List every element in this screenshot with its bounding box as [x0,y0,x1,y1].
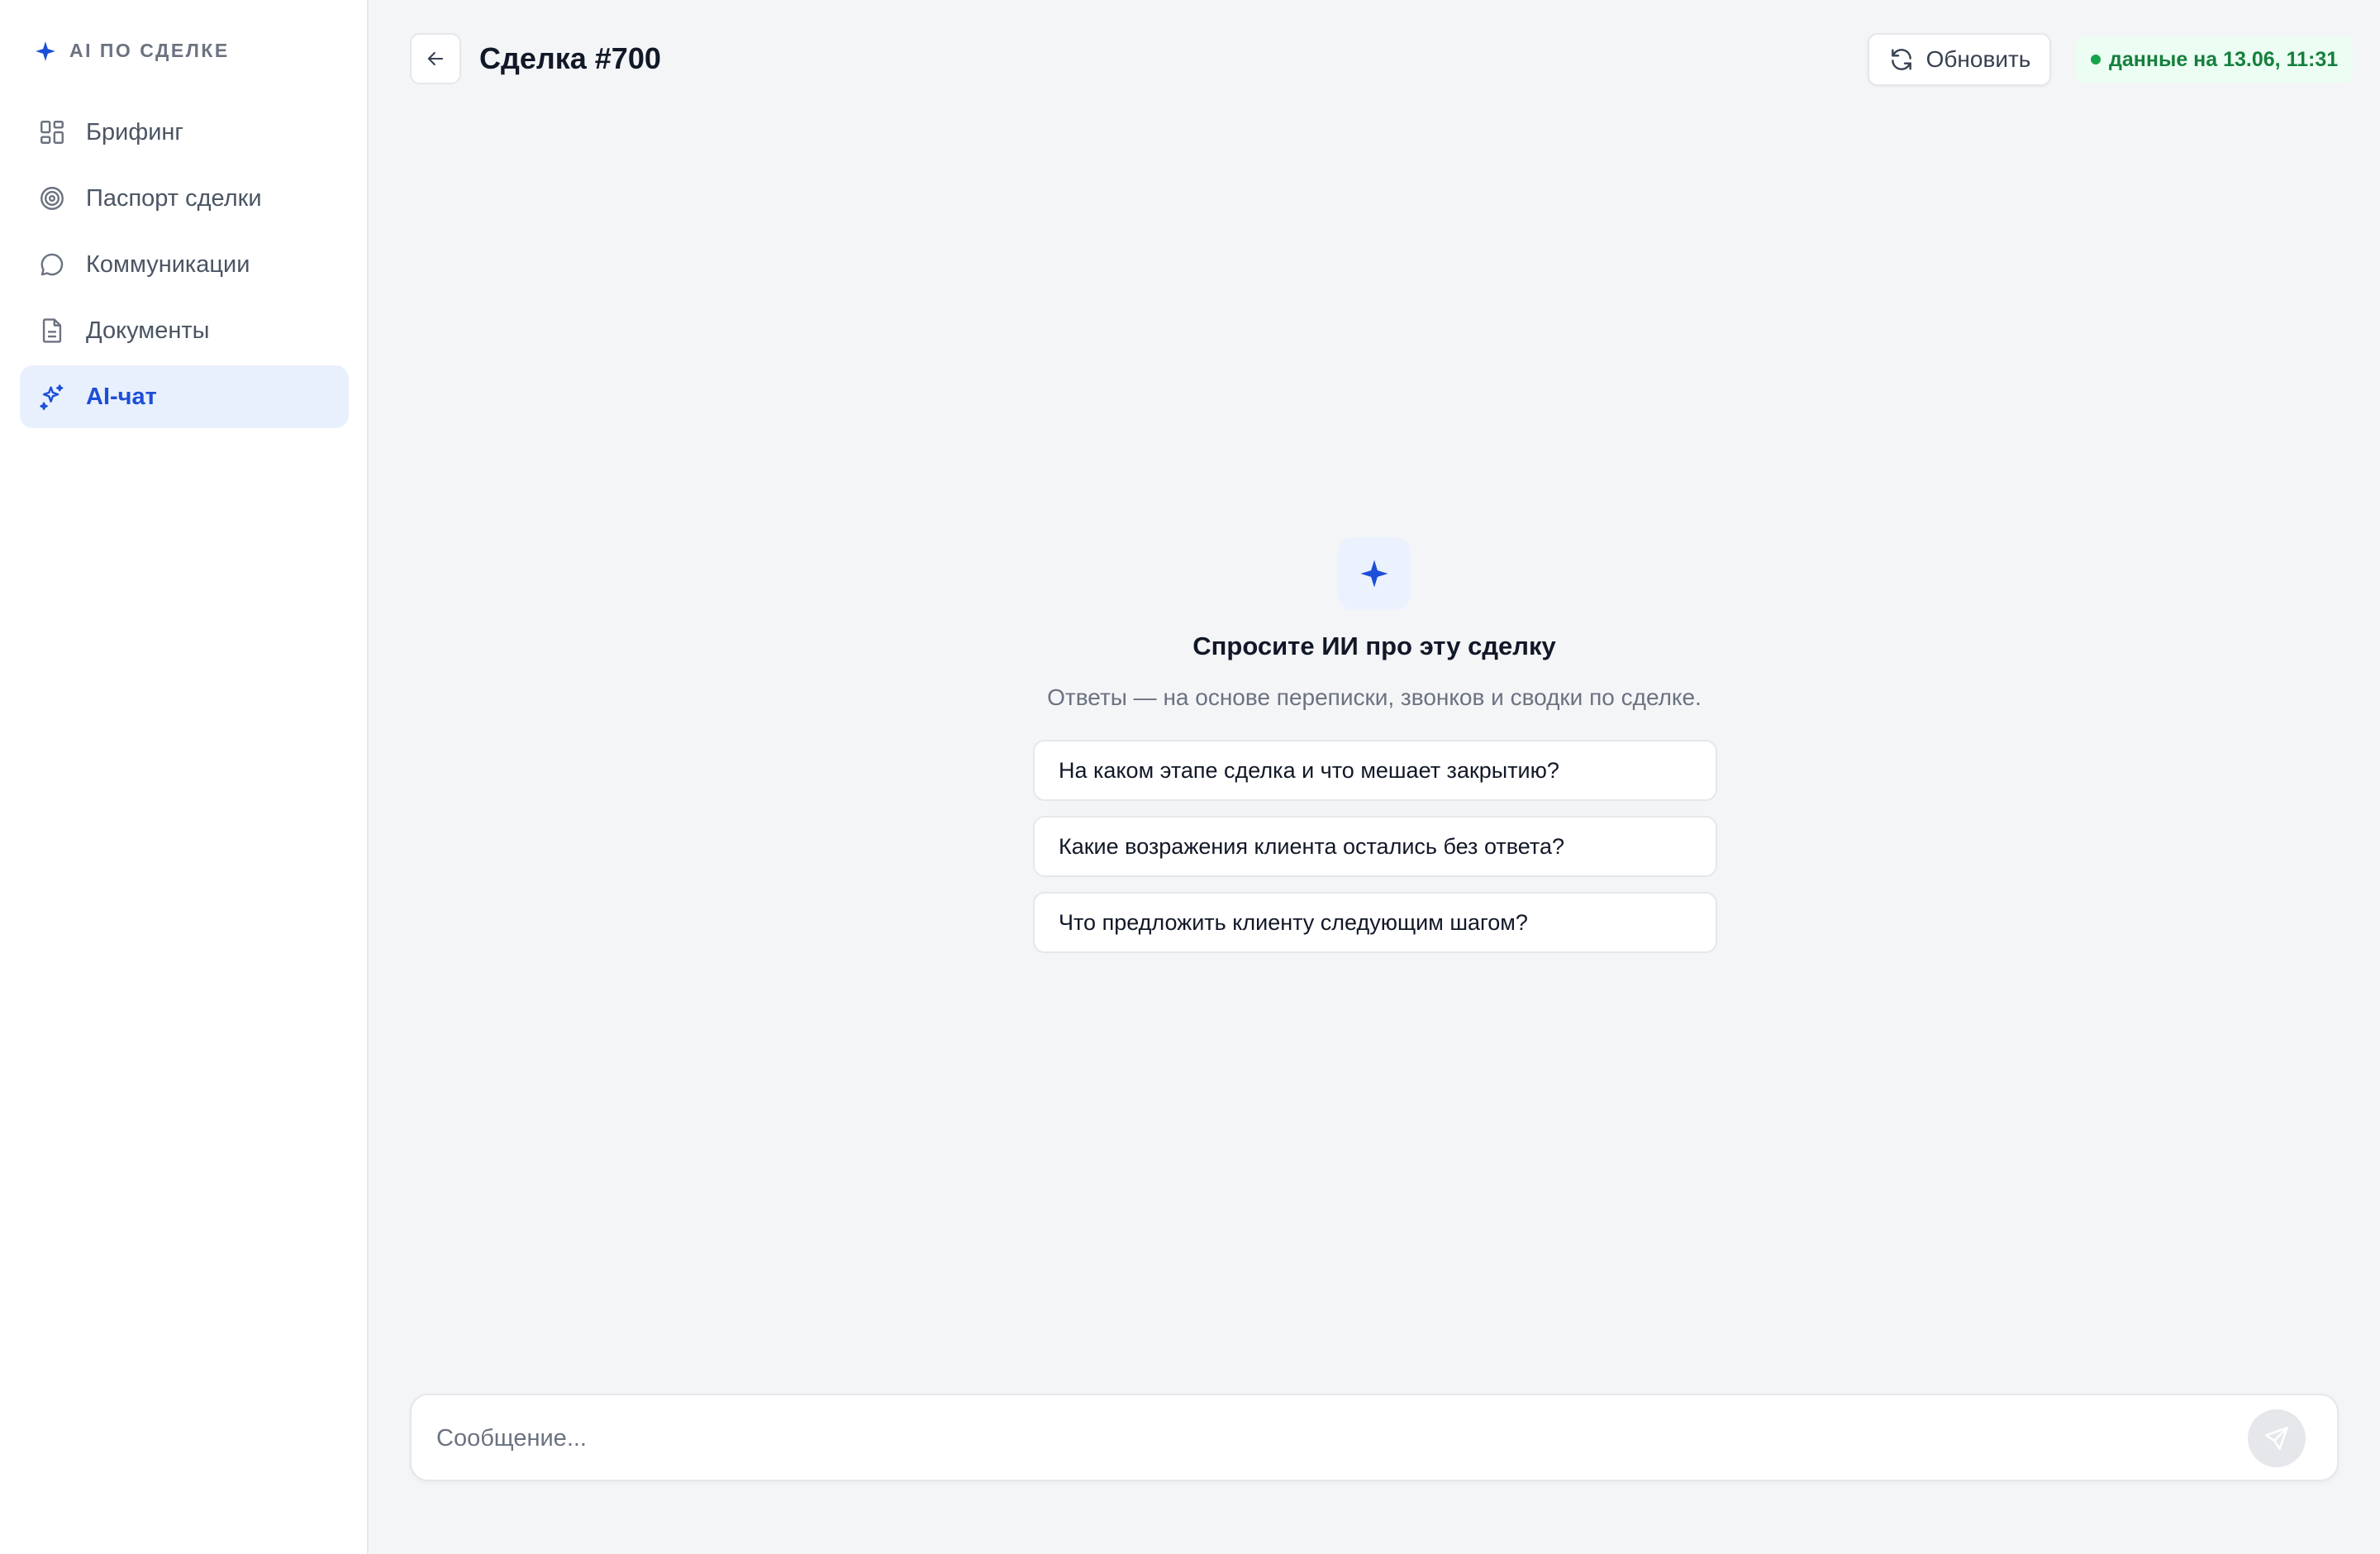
sidebar-item-communications[interactable]: Коммуникации [20,233,349,296]
suggestion-list: На каком этапе сделка и что мешает закры… [1033,740,1717,968]
sidebar-item-label: Документы [86,317,210,344]
app: AI ПО СДЕЛКЕ Брифинг Паспорт сделки Комм… [0,0,2380,1554]
page-title: Сделка #700 [479,41,661,75]
suggestion-chip[interactable]: Что предложить клиенту следующим шагом? [1033,892,1717,953]
send-icon [2264,1426,2289,1451]
sparkle-icon [36,41,55,61]
brand: AI ПО СДЕЛКЕ [35,40,230,62]
sidebar-item-label: Паспорт сделки [86,184,262,212]
sidebar-item-ai-chat[interactable]: AI-чат [20,365,349,428]
suggestion-chip[interactable]: На каком этапе сделка и что мешает закры… [1033,740,1717,801]
sidebar-item-briefing[interactable]: Брифинг [20,101,349,164]
send-button[interactable] [2248,1409,2306,1467]
main-content: Сделка #700 Обновить данные на 13.06, 11… [369,0,2380,1554]
arrow-left-icon [427,51,444,66]
empty-state-title: Спросите ИИ про эту сделку [1192,632,1556,660]
empty-state-subtitle: Ответы — на основе переписки, звонков и … [1047,684,1702,710]
chat-bubble-icon [40,253,64,276]
sidebar-item-label: AI-чат [86,383,157,410]
grid-icon [40,121,64,144]
brand-label: AI ПО СДЕЛКЕ [69,40,230,61]
sidebar-item-documents[interactable]: Документы [20,299,349,362]
document-icon [42,318,62,343]
sidebar: AI ПО СДЕЛКЕ Брифинг Паспорт сделки Комм… [0,0,369,1554]
suggestion-chip[interactable]: Какие возражения клиента остались без от… [1033,816,1717,877]
sparkles-icon [40,384,64,411]
refresh-icon [1891,49,1911,70]
refresh-button[interactable]: Обновить [1868,33,2051,86]
back-button[interactable] [410,33,461,84]
message-input[interactable] [435,1395,2240,1481]
refresh-button-label: Обновить [1925,46,2031,72]
empty-state: Спросите ИИ про эту сделку Ответы — на о… [369,537,2380,711]
sidebar-item-label: Коммуникации [86,250,250,278]
sidebar-item-deal-passport[interactable]: Паспорт сделки [20,167,349,230]
empty-state-icon-box [1338,537,1411,610]
target-icon [40,187,64,210]
status-dot [2091,55,2101,64]
status-badge: данные на 13.06, 11:31 [2076,36,2354,83]
message-composer [410,1394,2339,1481]
sidebar-item-label: Брифинг [86,118,184,145]
sparkle-icon [1360,560,1388,588]
sidebar-nav: Брифинг Паспорт сделки Коммуникации Доку… [20,101,349,431]
status-text: данные на 13.06, 11:31 [2109,47,2339,71]
